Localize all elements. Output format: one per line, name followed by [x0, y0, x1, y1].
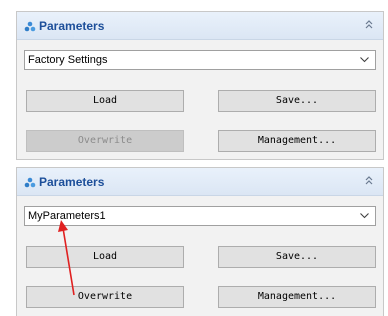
load-button[interactable]: Load: [26, 246, 184, 268]
panel-title: Parameters: [39, 19, 105, 33]
save-button[interactable]: Save...: [218, 90, 376, 112]
parameters-panel-factory: Parameters Factory Settings Load Save...…: [16, 11, 384, 160]
collapse-chevron-icon[interactable]: [365, 175, 373, 187]
management-button[interactable]: Management...: [218, 286, 376, 308]
panel-header[interactable]: Parameters: [17, 168, 383, 196]
dropdown-selected-value: MyParameters1: [28, 210, 106, 222]
chevron-down-icon[interactable]: [360, 213, 369, 219]
load-button[interactable]: Load: [26, 90, 184, 112]
management-button[interactable]: Management...: [218, 130, 376, 152]
parameters-icon: [24, 21, 36, 32]
parameter-set-dropdown[interactable]: MyParameters1: [24, 206, 376, 226]
panel-header[interactable]: Parameters: [17, 12, 383, 40]
overwrite-button: Overwrite: [26, 130, 184, 152]
parameters-icon: [24, 177, 36, 188]
chevron-down-icon[interactable]: [360, 57, 369, 63]
parameter-set-dropdown[interactable]: Factory Settings: [24, 50, 376, 70]
save-button[interactable]: Save...: [218, 246, 376, 268]
dropdown-selected-value: Factory Settings: [28, 54, 108, 66]
parameters-panel-custom: Parameters MyParameters1 Load Save... Ov…: [16, 167, 384, 316]
overwrite-button[interactable]: Overwrite: [26, 286, 184, 308]
collapse-chevron-icon[interactable]: [365, 19, 373, 31]
panel-title: Parameters: [39, 175, 105, 189]
